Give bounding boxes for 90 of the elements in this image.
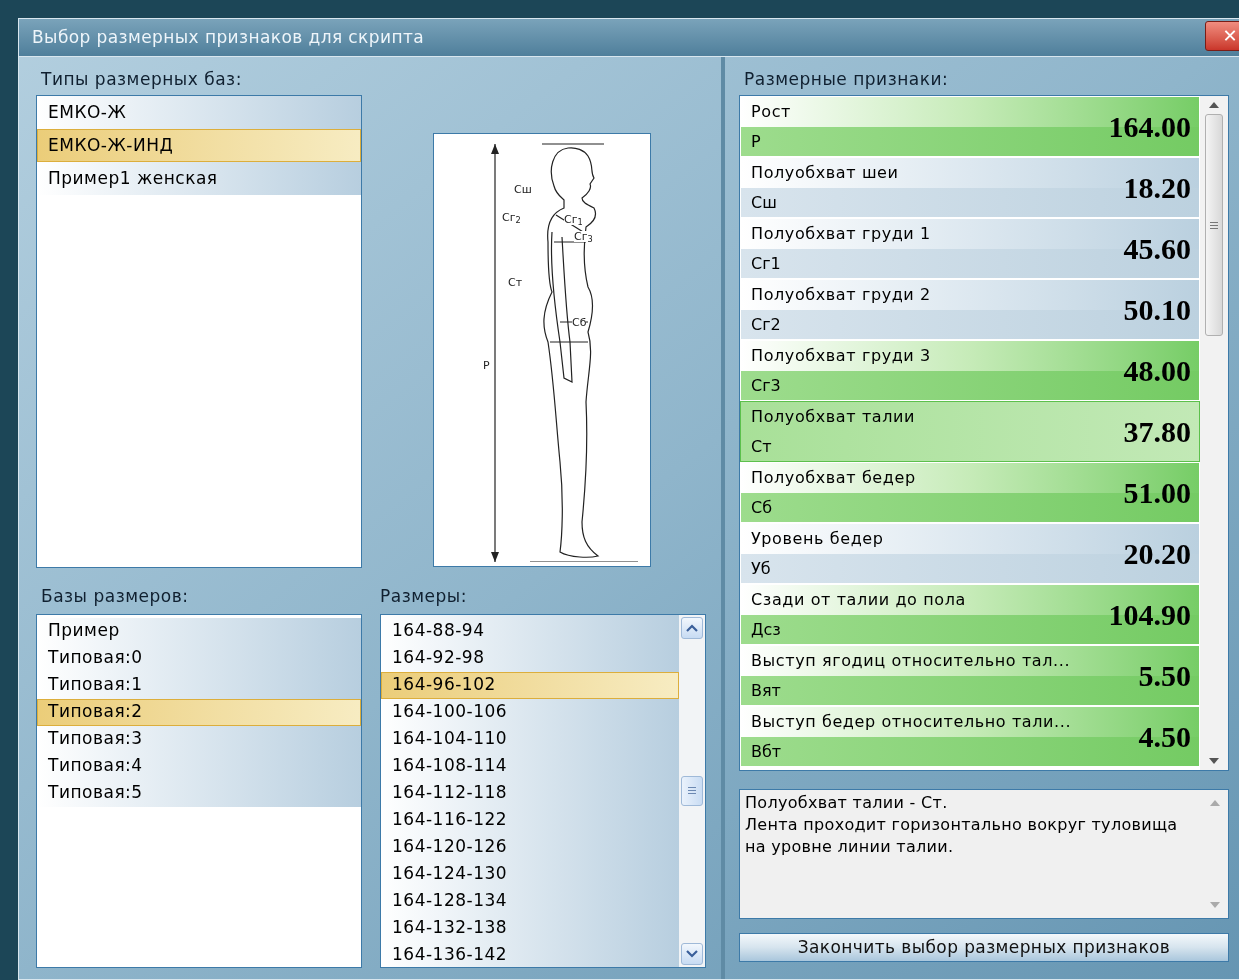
- figure-label: Сг$_{1}$: [564, 214, 583, 225]
- measurement-name: Выступ ягодиц относительно тал...: [751, 650, 1071, 672]
- measurement-name: Уровень бедер: [751, 528, 884, 550]
- measurement-name: Рост: [751, 101, 791, 123]
- scroll-up-icon[interactable]: [681, 616, 703, 639]
- list-item[interactable]: Типовая:1: [37, 671, 361, 699]
- list-item[interactable]: 164-96-102: [381, 671, 679, 699]
- measurement-row[interactable]: Выступ бедер относительно тали... Вбт 4.50: [740, 706, 1200, 767]
- measurement-value: 18.20: [1123, 170, 1191, 206]
- measurement-code: Сб: [751, 497, 773, 519]
- list-item[interactable]: 164-128-134: [381, 887, 679, 915]
- measurement-code: Сг1: [751, 253, 781, 275]
- measurement-code: Сг2: [751, 314, 781, 336]
- section-label: Размерные признаки:: [743, 68, 950, 89]
- finish-button[interactable]: Закончить выбор размерных признаков: [739, 933, 1229, 962]
- list-item[interactable]: 164-116-122: [381, 806, 679, 834]
- list-item[interactable]: ЕМКО-Ж: [37, 96, 361, 129]
- measurement-value: 20.20: [1123, 536, 1191, 572]
- measurement-code: Р: [751, 131, 761, 153]
- figure-label: Сш: [514, 184, 532, 195]
- measurement-code: Ст: [751, 436, 772, 458]
- scrollbar[interactable]: [1200, 96, 1228, 770]
- section-label: Типы размерных баз:: [40, 68, 243, 89]
- list-item[interactable]: Типовая:5: [37, 779, 361, 807]
- scroll-thumb[interactable]: [1205, 114, 1223, 336]
- measurement-row[interactable]: Сзади от талии до пола Дсз 104.90: [740, 584, 1200, 645]
- list-item[interactable]: 164-100-106: [381, 698, 679, 726]
- measurement-name: Полуобхват груди 2: [751, 284, 931, 306]
- list-item[interactable]: 164-112-118: [381, 779, 679, 807]
- measurement-code: Вбт: [751, 741, 782, 763]
- figure-label: Сг$_{3}$: [574, 231, 593, 242]
- measurement-row[interactable]: Полуобхват талии Ст 37.80: [740, 401, 1200, 462]
- measurement-name: Полуобхват талии: [751, 406, 916, 428]
- list-item[interactable]: ЕМКО-Ж-ИНД: [37, 129, 361, 162]
- list-item[interactable]: Пример: [37, 617, 361, 645]
- measurement-code: Сг3: [751, 375, 781, 397]
- list-item[interactable]: 164-120-126: [381, 833, 679, 861]
- measurement-value: 51.00: [1123, 475, 1191, 511]
- measurement-value: 37.80: [1123, 414, 1191, 450]
- measurement-code: Дсз: [751, 619, 781, 641]
- measurement-row[interactable]: Рост Р 164.00: [740, 96, 1200, 157]
- list-item[interactable]: 164-108-114: [381, 752, 679, 780]
- measurement-row[interactable]: Полуобхват шеи Сш 18.20: [740, 157, 1200, 218]
- list-item[interactable]: Пример1 женская: [37, 162, 361, 195]
- scroll-thumb[interactable]: [681, 775, 703, 806]
- measurement-name: Выступ бедер относительно тали...: [751, 711, 1072, 733]
- scroll-down-icon[interactable]: [681, 942, 703, 965]
- measurement-value: 5.50: [1138, 658, 1191, 694]
- measurement-name: Полуобхват груди 1: [751, 223, 931, 245]
- measurement-row[interactable]: Выступ ягодиц относительно тал... Вят 5.50: [740, 645, 1200, 706]
- list-item[interactable]: 164-92-98: [381, 644, 679, 672]
- window-title: Выбор размерных признаков для скрипта: [32, 25, 425, 49]
- figure-label: Р: [483, 360, 490, 371]
- measurement-value: 45.60: [1123, 231, 1191, 267]
- description-text: Полуобхват талии - Ст.: [745, 792, 949, 814]
- measurement-name: Полуобхват груди 3: [751, 345, 931, 367]
- list-item[interactable]: 164-132-138: [381, 914, 679, 942]
- list-item[interactable]: Типовая:0: [37, 644, 361, 672]
- list-item[interactable]: 164-124-130: [381, 860, 679, 888]
- measurement-value: 48.00: [1123, 353, 1191, 389]
- measurement-row[interactable]: Полуобхват груди 3 Сг3 48.00: [740, 340, 1200, 401]
- measurement-value: 104.90: [1108, 597, 1191, 633]
- section-label: Базы размеров:: [40, 585, 190, 608]
- figure-label: Сг$_{2}$: [502, 212, 521, 223]
- measurement-row[interactable]: Полуобхват бедер Сб 51.00: [740, 462, 1200, 523]
- measurement-name: Сзади от талии до пола: [751, 589, 966, 611]
- measurement-code: Сш: [751, 192, 777, 214]
- measurement-value: 50.10: [1123, 292, 1191, 328]
- measurement-code: Уб: [751, 558, 771, 580]
- list-item[interactable]: 164-88-94: [381, 617, 679, 645]
- measurement-row[interactable]: Полуобхват груди 2 Сг2 50.10: [740, 279, 1200, 340]
- figure-label: Ст: [508, 277, 523, 288]
- scroll-down-icon[interactable]: [1209, 758, 1219, 764]
- measurement-row[interactable]: Уровень бедер Уб 20.20: [740, 523, 1200, 584]
- list-item[interactable]: Типовая:4: [37, 752, 361, 780]
- measurement-value: 164.00: [1108, 109, 1191, 145]
- measurement-value: 4.50: [1138, 719, 1191, 755]
- measurement-name: Полуобхват шеи: [751, 162, 899, 184]
- list-item[interactable]: Типовая:3: [37, 725, 361, 753]
- list-item[interactable]: 164-136-142: [381, 941, 679, 969]
- list-item[interactable]: Типовая:2: [37, 698, 361, 726]
- measurement-row[interactable]: Полуобхват груди 1 Сг1 45.60: [740, 218, 1200, 279]
- measurement-name: Полуобхват бедер: [751, 467, 916, 489]
- section-label: Размеры:: [380, 585, 467, 608]
- measurement-code: Вят: [751, 680, 781, 702]
- figure-label: Сб: [572, 317, 587, 328]
- description-text: Лента проходит горизонтально вокруг туловища на уровне линии талии.: [745, 814, 1179, 858]
- scroll-up-icon[interactable]: [1209, 102, 1219, 108]
- scrollbar[interactable]: [679, 614, 705, 967]
- list-item[interactable]: 164-104-110: [381, 725, 679, 753]
